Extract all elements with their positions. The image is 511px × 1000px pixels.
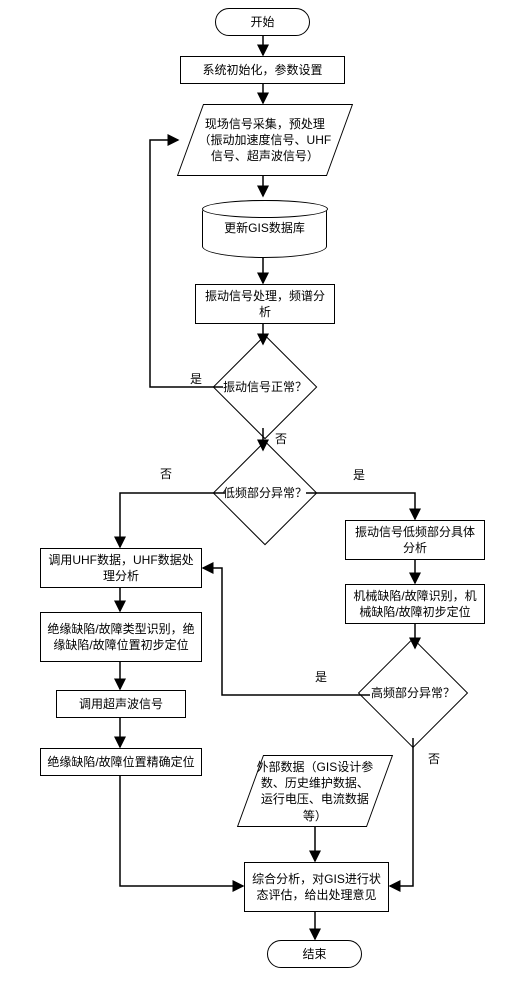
start-terminal: 开始	[215, 8, 310, 36]
ext-data-io: 外部数据（GIS设计参数、历史维护数据、运行电压、电流数据等）	[237, 755, 393, 827]
update-db-label: 更新GIS数据库	[203, 219, 326, 236]
insul-locate-label: 绝缘缺陷/故障位置精确定位	[47, 754, 194, 770]
init-label: 系统初始化，参数设置	[202, 62, 322, 78]
vib-process: 振动信号处理，频谱分析	[195, 284, 335, 324]
start-label: 开始	[250, 14, 274, 30]
mech-id-label: 机械缺陷/故障识别，机械缺陷/故障初步定位	[351, 588, 479, 620]
insul-id-label: 绝缘缺陷/故障类型识别，绝缘缺陷/故障位置初步定位	[46, 621, 196, 653]
low-freq-no: 否	[160, 465, 172, 482]
low-freq-label: 低频部分异常？	[213, 486, 317, 500]
low-freq-decision: 低频部分异常？	[228, 456, 302, 530]
synth-process: 综合分析，对GIS进行状态评估，给出处理意见	[244, 862, 389, 912]
call-ultra-label: 调用超声波信号	[79, 696, 163, 712]
vib-normal-yes: 是	[190, 370, 202, 387]
call-ultra-process: 调用超声波信号	[56, 690, 186, 718]
high-freq-no: 否	[428, 750, 440, 767]
acquire-io: 现场信号采集，预处理（振动加速度信号、UHF信号、超声波信号）	[177, 104, 353, 176]
high-freq-yes: 是	[315, 668, 327, 685]
end-label: 结束	[302, 946, 326, 962]
high-freq-label: 高频部分异常？	[358, 686, 467, 700]
ext-data-label: 外部数据（GIS设计参数、历史维护数据、运行电压、电流数据等）	[256, 759, 374, 824]
vib-low-analyze-process: 振动信号低频部分具体分析	[345, 520, 485, 560]
insul-id-process: 绝缘缺陷/故障类型识别，绝缘缺陷/故障位置初步定位	[40, 612, 202, 662]
end-terminal: 结束	[267, 940, 362, 968]
init-process: 系统初始化，参数设置	[180, 56, 345, 84]
vib-process-label: 振动信号处理，频谱分析	[201, 288, 329, 320]
update-db-store: 更新GIS数据库	[202, 200, 327, 258]
vib-normal-decision: 振动信号正常？	[228, 350, 302, 424]
mech-id-process: 机械缺陷/故障识别，机械缺陷/故障初步定位	[345, 584, 485, 624]
call-uhf-label: 调用UHF数据，UHF数据处理分析	[46, 552, 196, 584]
insul-locate-process: 绝缘缺陷/故障位置精确定位	[40, 748, 202, 776]
call-uhf-process: 调用UHF数据，UHF数据处理分析	[40, 548, 202, 588]
synth-label: 综合分析，对GIS进行状态评估，给出处理意见	[250, 871, 383, 903]
low-freq-yes: 是	[353, 466, 365, 483]
high-freq-decision: 高频部分异常？	[374, 654, 452, 732]
vib-low-analyze-label: 振动信号低频部分具体分析	[351, 524, 479, 556]
vib-normal-label: 振动信号正常？	[213, 380, 317, 394]
acquire-label: 现场信号采集，预处理（振动加速度信号、UHF信号、超声波信号）	[196, 116, 334, 165]
vib-normal-no: 否	[275, 430, 287, 447]
